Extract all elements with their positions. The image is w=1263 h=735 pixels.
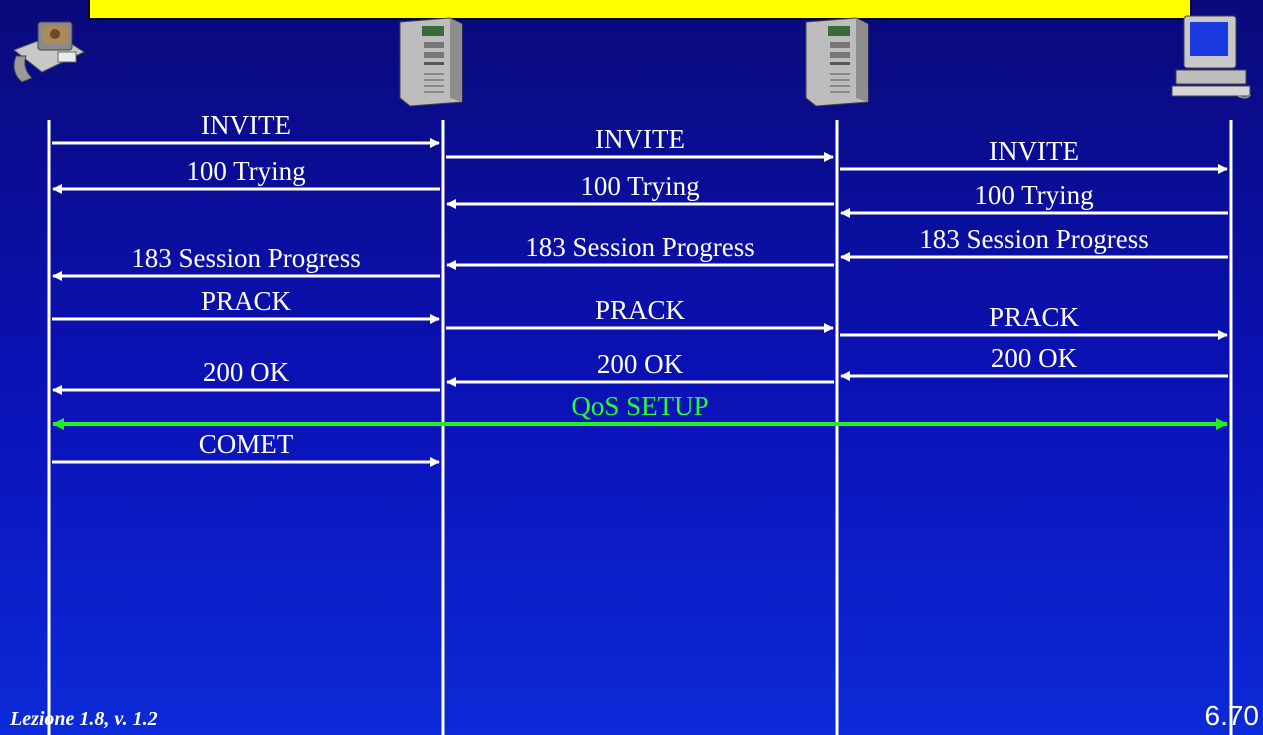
message-label-0: INVITE bbox=[201, 110, 291, 140]
message-label-15: QoS SETUP bbox=[571, 391, 709, 421]
server-icon bbox=[805, 17, 869, 107]
computer-icon bbox=[1171, 15, 1251, 99]
message-label-9: 200 OK bbox=[596, 349, 684, 379]
message-label-13: PRACK bbox=[988, 302, 1080, 332]
message-label-12: 183 Session Progress bbox=[919, 224, 1149, 254]
message-label-5: INVITE bbox=[595, 124, 685, 154]
page-number: 6.70 bbox=[1204, 700, 1260, 731]
message-label-7: 183 Session Progress bbox=[525, 232, 755, 262]
message-label-1: 100 Trying bbox=[186, 156, 306, 186]
message-label-14: 200 OK bbox=[990, 343, 1078, 373]
message-label-10: INVITE bbox=[989, 136, 1079, 166]
lesson-label: Lezione 1.8, v. 1.2 bbox=[10, 708, 158, 730]
message-label-16: COMET bbox=[198, 429, 294, 459]
message-label-3: PRACK bbox=[200, 286, 292, 316]
message-label-2: 183 Session Progress bbox=[131, 243, 361, 273]
message-label-8: PRACK bbox=[594, 295, 686, 325]
phone-icon bbox=[12, 21, 86, 83]
message-label-6: 100 Trying bbox=[580, 171, 700, 201]
message-label-11: 100 Trying bbox=[974, 180, 1094, 210]
server-icon bbox=[399, 17, 463, 107]
message-label-4: 200 OK bbox=[202, 357, 290, 387]
